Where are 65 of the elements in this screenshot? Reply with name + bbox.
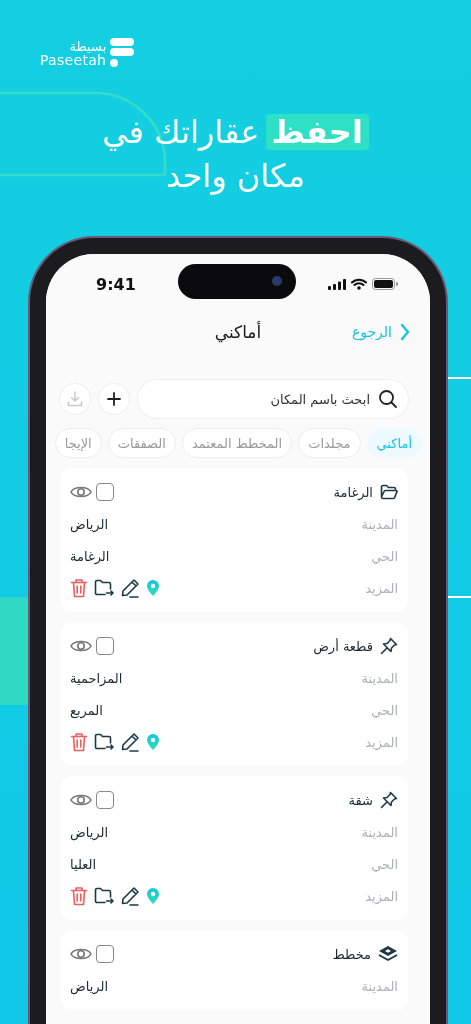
back-button[interactable]: الرجوع (351, 323, 410, 341)
card-title: قطعة أرض (313, 638, 373, 654)
field-label: الحي (371, 856, 398, 872)
field-value: العليا (70, 856, 97, 872)
field-label: المدينة (361, 516, 398, 532)
eye-icon[interactable] (70, 484, 92, 500)
wifi-icon (351, 278, 367, 290)
headline-highlight: احفظ (265, 114, 369, 150)
download-icon (67, 391, 83, 407)
field-label: المزيد (365, 734, 398, 750)
trash-icon[interactable] (70, 578, 88, 598)
field-value: الرياض (70, 516, 109, 532)
screen-title: أماكني (214, 322, 262, 342)
field-label: المزيد (365, 580, 398, 596)
headline-text: مكان واحد (165, 156, 306, 197)
brand-name: بسيطة (69, 39, 107, 53)
folder-arrow-icon[interactable] (94, 733, 114, 751)
pushpin-icon (380, 637, 398, 655)
field-label: المدينة (361, 978, 398, 994)
filter-tab[interactable]: أماكني (366, 428, 422, 458)
brand-name: Paseetah (40, 52, 107, 67)
checkbox[interactable] (96, 637, 114, 655)
field-label: المدينة (361, 670, 398, 686)
trash-icon[interactable] (70, 732, 88, 752)
trash-icon[interactable] (70, 886, 88, 906)
status-time: 9:41 (96, 274, 136, 294)
folder-arrow-icon[interactable] (94, 579, 114, 597)
checkbox[interactable] (96, 945, 114, 963)
checkbox[interactable] (96, 483, 114, 501)
filter-tab[interactable]: الصفقات (107, 428, 176, 458)
field-label: المدينة (361, 824, 398, 840)
layers-icon (378, 945, 398, 963)
pencil-icon[interactable] (120, 732, 140, 752)
eye-icon[interactable] (70, 638, 92, 654)
search-field[interactable]: ابحث باسم المكان (138, 380, 408, 418)
eye-icon[interactable] (70, 792, 92, 808)
card-title: مخطط (332, 946, 371, 962)
eye-icon[interactable] (70, 946, 92, 962)
filter-tab[interactable]: الإيجا (54, 428, 102, 458)
battery-icon (372, 278, 398, 290)
add-button[interactable] (99, 384, 129, 414)
field-value: المربع (70, 702, 103, 718)
filter-tab[interactable]: مجلدات (298, 428, 361, 458)
field-label: المزيد (365, 888, 398, 904)
card-title: شقة (348, 792, 373, 808)
field-value: المزاحمية (70, 670, 123, 686)
pushpin-icon (380, 791, 398, 809)
search-icon (378, 389, 398, 409)
filter-tab[interactable]: المخطط المعتمد (181, 428, 293, 458)
field-value: الرياض (70, 824, 109, 840)
folder-icon (380, 484, 398, 500)
pencil-icon[interactable] (120, 886, 140, 906)
field-value: الرغامة (70, 548, 110, 564)
chevron-icon (400, 323, 410, 341)
folder-arrow-icon[interactable] (94, 887, 114, 905)
field-label: الحي (371, 702, 398, 718)
signal-icon (328, 278, 346, 290)
card-title: الرغامة (333, 484, 373, 500)
headline-text: عقاراتك في (102, 112, 260, 153)
pencil-icon[interactable] (120, 578, 140, 598)
plus-icon (107, 392, 121, 406)
checkbox[interactable] (96, 791, 114, 809)
logo-icon (110, 38, 135, 68)
field-value: الرياض (70, 978, 109, 994)
field-label: الحي (371, 548, 398, 564)
